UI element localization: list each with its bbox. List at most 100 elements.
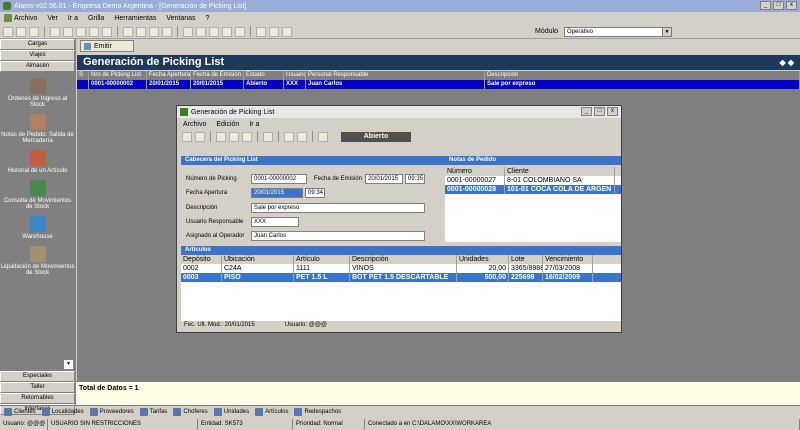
dialog-minimize-button[interactable]: _: [581, 107, 592, 116]
sidebar-item-ordenes[interactable]: Ordenes de Ingreso al Stock: [0, 78, 75, 108]
hora-apertura-field[interactable]: 09:34: [305, 188, 325, 198]
app-icon: [3, 2, 11, 10]
sidebar-item-retornables[interactable]: Retornables: [0, 393, 75, 404]
dialog-delete-icon[interactable]: [263, 131, 273, 142]
status-area: Total de Datos = 1: [76, 381, 800, 405]
dialog-undo-icon[interactable]: [242, 131, 252, 142]
menu-ventanas[interactable]: Ventanas: [166, 15, 195, 22]
calc-icon[interactable]: [256, 26, 266, 37]
grid-header: S Nro de Picking List Fecha Apertura Fec…: [77, 71, 800, 80]
menu-archivo[interactable]: Archivo: [4, 14, 37, 22]
sidebar-item-almacen[interactable]: Almacén: [0, 61, 75, 72]
dialog-new-icon[interactable]: [182, 131, 192, 142]
sidebar-item-taller[interactable]: Taller: [0, 382, 75, 393]
liquidacion-icon: [29, 246, 46, 262]
window-title: Álamo v02.56.01 - Empresa Demo Argentina…: [14, 2, 247, 10]
delete-icon[interactable]: [235, 26, 245, 37]
close-button[interactable]: x: [786, 1, 797, 10]
save-icon[interactable]: [29, 26, 39, 37]
emitir-button[interactable]: Emitir: [80, 40, 134, 52]
notas-header: Notas de Pedido: [445, 156, 621, 165]
dialog-save-icon[interactable]: [195, 131, 205, 142]
sidebar: Cargas Viajes Almacén Ordenes de Ingreso…: [0, 39, 76, 415]
notas-header-row: Número Cliente: [445, 167, 621, 176]
sidebar-item-historial[interactable]: Historial de un Artículo: [0, 150, 75, 174]
sidebar-item-especiales[interactable]: Especiales: [0, 371, 75, 382]
dialog-usuario: Usuario: @@@: [284, 322, 327, 328]
fecha-emision-field[interactable]: 20/01/2015: [365, 174, 403, 184]
list-item[interactable]: 0001-00000028 101-01 COCA COLA DE ARGEN: [445, 185, 621, 194]
truck-icon: [29, 114, 46, 130]
print-icon[interactable]: [50, 26, 60, 37]
hora-emision-field[interactable]: 09:35: [405, 174, 425, 184]
dialog-menu-ir-a[interactable]: Ir a: [249, 121, 259, 128]
tab-tarifas[interactable]: Tarifas: [139, 408, 167, 416]
tab-unidades[interactable]: Unidades: [213, 408, 249, 416]
usuario-field[interactable]: XXX: [251, 217, 299, 227]
sidebar-item-liquidacion[interactable]: Liquidación de Movimientos de Stock: [0, 246, 75, 276]
asignado-field[interactable]: Juan Carlos: [251, 231, 425, 241]
maximize-button[interactable]: □: [773, 1, 784, 10]
dialog-down-icon[interactable]: [284, 131, 294, 142]
menu-herramientas[interactable]: Herramientas: [114, 15, 156, 22]
first-icon[interactable]: [123, 26, 133, 37]
dialog-save2-icon[interactable]: [229, 131, 239, 142]
table-row[interactable]: 0001-00000002 20/01/2015 20/01/2015 Abie…: [77, 80, 800, 89]
sidebar-item-consulta[interactable]: Consulta de Movimientos de Stock: [0, 180, 75, 210]
new-icon[interactable]: [3, 26, 13, 37]
find-icon[interactable]: [183, 26, 193, 37]
open-icon[interactable]: [16, 26, 26, 37]
scroll-down-icon[interactable]: ▼: [64, 360, 73, 369]
menu-help[interactable]: ?: [206, 15, 210, 22]
picking-dialog: Generación de Picking List _ □ x Archivo…: [176, 105, 622, 333]
dialog-menu-archivo[interactable]: Archivo: [183, 121, 206, 128]
table-row[interactable]: 0003 PISO PET 1.5 L BOT PET 1.5 DESCARTA…: [181, 273, 621, 282]
modulo-select[interactable]: Operativo ▼: [564, 27, 672, 37]
filter-icon[interactable]: [196, 26, 206, 37]
dialog-close-button[interactable]: x: [607, 107, 618, 116]
sort-icon[interactable]: [209, 26, 219, 37]
emitir-icon: [84, 42, 91, 50]
table-row[interactable]: 0002 C24A 1111 VINOS 20,00 3365/8988 27/…: [181, 264, 621, 273]
dialog-title-bar: Generación de Picking List _ □ x: [177, 106, 621, 118]
sidebar-item-notas[interactable]: Notas de Pedido: Salida de Mercadería: [0, 114, 75, 144]
help-icon[interactable]: [269, 26, 279, 37]
dialog-menu-edicion[interactable]: Edición: [216, 121, 239, 128]
tab-localidades[interactable]: Localidades: [41, 408, 84, 416]
dialog-up-icon[interactable]: [297, 131, 307, 142]
sidebar-item-cargas[interactable]: Cargas: [0, 39, 75, 50]
tab-proveedores[interactable]: Proveedores: [89, 408, 134, 416]
list-item[interactable]: 0001-00000027 8-01 COLOMBIANO SA: [445, 176, 621, 185]
fecha-apertura-field[interactable]: 20/01/2015: [251, 188, 303, 198]
dialog-print-icon[interactable]: [216, 131, 226, 142]
unidades-icon: [213, 408, 222, 416]
refresh-icon[interactable]: [222, 26, 232, 37]
dialog-help-icon[interactable]: [318, 131, 328, 142]
dialog-maximize-button[interactable]: □: [594, 107, 605, 116]
tab-clientes[interactable]: Clientes: [4, 408, 36, 416]
cut-icon[interactable]: [76, 26, 86, 37]
total-datos: Total de Datos = 1: [79, 385, 139, 392]
prev-icon[interactable]: [136, 26, 146, 37]
menu-ver[interactable]: Ver: [47, 15, 58, 22]
paste-icon[interactable]: [102, 26, 112, 37]
tab-redespachos[interactable]: Redespachos: [294, 408, 341, 416]
last-icon[interactable]: [162, 26, 172, 37]
next-icon[interactable]: [149, 26, 159, 37]
scroll-arrows-icon[interactable]: ◆ ◆: [779, 55, 794, 70]
copy-icon[interactable]: [89, 26, 99, 37]
menu-grilla[interactable]: Grilla: [88, 15, 104, 22]
localidades-icon: [41, 408, 50, 416]
numero-field[interactable]: 0001-00000002: [251, 174, 307, 184]
exit-icon[interactable]: [282, 26, 292, 37]
sidebar-item-viajes[interactable]: Viajes: [0, 50, 75, 61]
menu-ir-a[interactable]: Ir a: [68, 15, 78, 22]
tab-articulos[interactable]: Artículos: [255, 408, 288, 416]
descripcion-field[interactable]: Sale por expreso: [251, 203, 425, 213]
minimize-button[interactable]: _: [760, 1, 771, 10]
tab-choferes[interactable]: Choferes: [173, 408, 208, 416]
page-title: Generación de Picking List ◆ ◆: [77, 55, 800, 70]
sidebar-item-warehouse[interactable]: Warehouse: [0, 216, 75, 240]
bottom-tabs: Clientes Localidades Proveedores Tarifas…: [0, 405, 800, 418]
preview-icon[interactable]: [63, 26, 73, 37]
